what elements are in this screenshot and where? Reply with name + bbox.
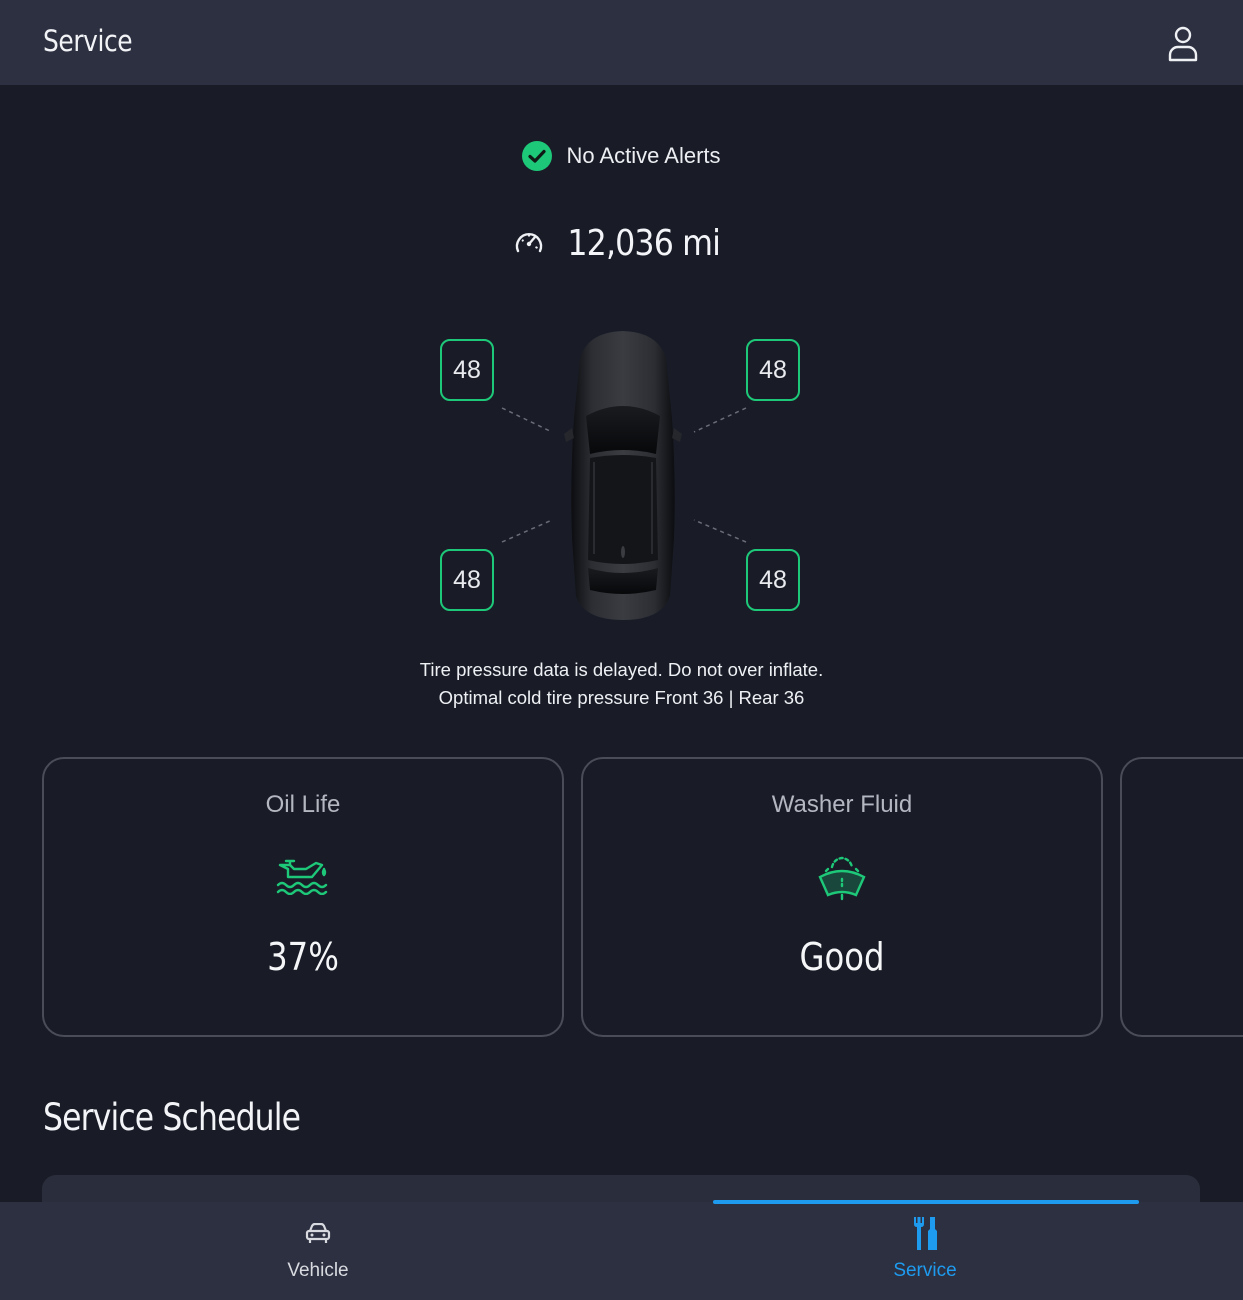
nav-tab-vehicle-label: Vehicle [287, 1260, 349, 1281]
nav-tab-service-label: Service [893, 1260, 957, 1281]
next-status-card-partial[interactable] [1120, 757, 1243, 1037]
alert-status[interactable]: No Active Alerts [0, 137, 1243, 175]
oil-life-card[interactable]: Oil Life 37% [42, 757, 564, 1037]
washer-fluid-card[interactable]: Washer Fluid Good [581, 757, 1103, 1037]
tire-front-left-pressure: 48 [440, 339, 494, 401]
odometer-value: 12,036 mi [567, 222, 721, 264]
car-icon [305, 1223, 331, 1243]
alert-status-text: No Active Alerts [566, 143, 721, 168]
profile-button[interactable] [1163, 24, 1203, 64]
tools-icon [914, 1217, 937, 1250]
service-screen: Service No Active Alerts 12,036 mi 48 48… [0, 0, 1243, 1300]
active-tab-indicator [713, 1200, 1139, 1204]
vehicle-top-view-image [564, 331, 682, 620]
tire-pressure-diagram[interactable]: 48 48 48 48 [380, 320, 860, 630]
tire-pressure-note: Tire pressure data is delayed. Do not ov… [0, 656, 1243, 712]
service-schedule-title: Service Schedule [43, 1096, 301, 1139]
oil-can-icon [276, 855, 330, 900]
tire-front-right-pressure: 48 [746, 339, 800, 401]
washer-fluid-value: Good [799, 935, 885, 979]
oil-life-title: Oil Life [265, 791, 341, 818]
check-circle-icon [522, 141, 553, 171]
tire-rear-left-pressure: 48 [440, 549, 494, 611]
odometer: 12,036 mi [0, 220, 1243, 266]
windshield-washer-icon [816, 855, 868, 906]
page-title: Service [43, 24, 133, 58]
top-app-bar: Service [0, 0, 1243, 85]
tire-note-line-1: Tire pressure data is delayed. Do not ov… [419, 659, 824, 680]
tire-note-line-2: Optimal cold tire pressure Front 36 | Re… [438, 687, 805, 708]
washer-fluid-title: Washer Fluid [771, 791, 913, 818]
oil-life-value: 37% [267, 935, 339, 979]
bottom-navigation: Vehicle Service [0, 1202, 1243, 1300]
tire-rear-right-pressure: 48 [746, 549, 800, 611]
nav-tab-service[interactable]: Service [715, 1202, 1135, 1300]
person-icon [1168, 26, 1198, 62]
speedometer-icon [515, 233, 542, 253]
nav-tab-vehicle[interactable]: Vehicle [108, 1202, 528, 1300]
